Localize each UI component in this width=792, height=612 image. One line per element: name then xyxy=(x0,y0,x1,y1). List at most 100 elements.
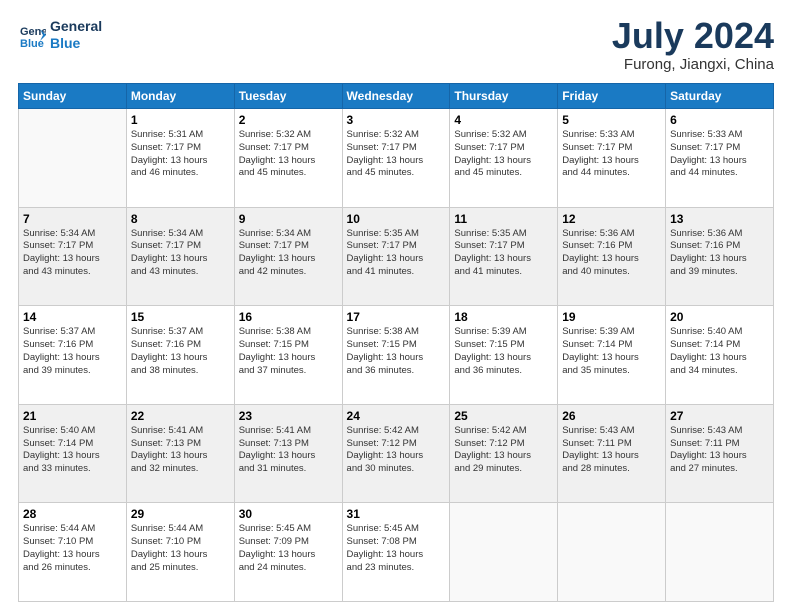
day-number: 13 xyxy=(670,212,769,226)
calendar-week-4: 21 Sunrise: 5:40 AM Sunset: 7:14 PM Dayli… xyxy=(19,404,774,503)
day-number: 19 xyxy=(562,310,661,324)
day-number: 26 xyxy=(562,409,661,423)
day-number: 7 xyxy=(23,212,122,226)
logo-icon: General Blue xyxy=(18,21,46,49)
day-number: 10 xyxy=(347,212,446,226)
day-info: Sunrise: 5:36 AM Sunset: 7:16 PM Dayligh… xyxy=(670,228,769,279)
calendar-cell: 8Sunrise: 5:34 AM Sunset: 7:17 PM Daylig… xyxy=(126,207,234,306)
day-number: 6 xyxy=(670,113,769,127)
weekday-saturday: Saturday xyxy=(666,84,774,109)
calendar-cell: 26 Sunrise: 5:43 AM Sunset: 7:11 PM Dayli… xyxy=(558,404,666,503)
calendar-cell: 2 Sunrise: 5:32 AM Sunset: 7:17 PM Daylig… xyxy=(234,109,342,208)
day-info: Sunrise: 5:44 AM Sunset: 7:10 PM Dayligh… xyxy=(23,523,122,574)
day-info: Sunrise: 5:32 AM Sunset: 7:17 PM Dayligh… xyxy=(239,129,338,180)
day-number: 9 xyxy=(239,212,338,226)
calendar-table: SundayMondayTuesdayWednesdayThursdayFrid… xyxy=(18,83,774,602)
logo-line2: Blue xyxy=(50,35,102,52)
day-info: Sunrise: 5:32 AM Sunset: 7:17 PM Dayligh… xyxy=(454,129,553,180)
day-number: 8 xyxy=(131,212,230,226)
calendar-cell: 9 Sunrise: 5:34 AM Sunset: 7:17 PM Daylig… xyxy=(234,207,342,306)
calendar-cell: 7 Sunrise: 5:34 AM Sunset: 7:17 PM Daylig… xyxy=(19,207,127,306)
day-number: 31 xyxy=(347,507,446,521)
calendar-cell: 3 Sunrise: 5:32 AM Sunset: 7:17 PM Daylig… xyxy=(342,109,450,208)
calendar-cell: 21 Sunrise: 5:40 AM Sunset: 7:14 PM Dayli… xyxy=(19,404,127,503)
day-info: Sunrise: 5:37 AM Sunset: 7:16 PM Dayligh… xyxy=(131,326,230,377)
calendar-location: Furong, Jiangxi, China xyxy=(612,56,774,73)
day-info: Sunrise: 5:41 AM Sunset: 7:13 PM Dayligh… xyxy=(239,425,338,476)
calendar-cell: 28 Sunrise: 5:44 AM Sunset: 7:10 PM Dayli… xyxy=(19,503,127,602)
calendar-cell: 6 Sunrise: 5:33 AM Sunset: 7:17 PM Daylig… xyxy=(666,109,774,208)
day-info: Sunrise: 5:33 AM Sunset: 7:17 PM Dayligh… xyxy=(670,129,769,180)
day-info: Sunrise: 5:41 AM Sunset: 7:13 PM Dayligh… xyxy=(131,425,230,476)
calendar-cell: 15 Sunrise: 5:37 AM Sunset: 7:16 PM Dayli… xyxy=(126,306,234,405)
calendar-cell: 20Sunrise: 5:40 AM Sunset: 7:14 PM Dayli… xyxy=(666,306,774,405)
day-info: Sunrise: 5:44 AM Sunset: 7:10 PM Dayligh… xyxy=(131,523,230,574)
day-info: Sunrise: 5:37 AM Sunset: 7:16 PM Dayligh… xyxy=(23,326,122,377)
calendar-cell: 10 Sunrise: 5:35 AM Sunset: 7:17 PM Dayli… xyxy=(342,207,450,306)
day-number: 30 xyxy=(239,507,338,521)
day-info: Sunrise: 5:40 AM Sunset: 7:14 PM Dayligh… xyxy=(23,425,122,476)
day-info: Sunrise: 5:43 AM Sunset: 7:11 PM Dayligh… xyxy=(562,425,661,476)
day-info: Sunrise: 5:42 AM Sunset: 7:12 PM Dayligh… xyxy=(347,425,446,476)
day-number: 27 xyxy=(670,409,769,423)
calendar-cell xyxy=(666,503,774,602)
calendar-cell: 29 Sunrise: 5:44 AM Sunset: 7:10 PM Dayli… xyxy=(126,503,234,602)
calendar-cell: 13 Sunrise: 5:36 AM Sunset: 7:16 PM Dayli… xyxy=(666,207,774,306)
day-info: Sunrise: 5:34 AM Sunset: 7:17 PM Dayligh… xyxy=(239,228,338,279)
calendar-cell xyxy=(450,503,558,602)
day-info: Sunrise: 5:39 AM Sunset: 7:14 PM Dayligh… xyxy=(562,326,661,377)
day-number: 5 xyxy=(562,113,661,127)
weekday-friday: Friday xyxy=(558,84,666,109)
weekday-wednesday: Wednesday xyxy=(342,84,450,109)
weekday-thursday: Thursday xyxy=(450,84,558,109)
calendar-cell: 17Sunrise: 5:38 AM Sunset: 7:15 PM Dayli… xyxy=(342,306,450,405)
day-number: 3 xyxy=(347,113,446,127)
calendar-cell: 18Sunrise: 5:39 AM Sunset: 7:15 PM Dayli… xyxy=(450,306,558,405)
calendar-cell: 1Sunrise: 5:31 AM Sunset: 7:17 PM Daylig… xyxy=(126,109,234,208)
day-info: Sunrise: 5:45 AM Sunset: 7:09 PM Dayligh… xyxy=(239,523,338,574)
day-info: Sunrise: 5:35 AM Sunset: 7:17 PM Dayligh… xyxy=(454,228,553,279)
weekday-monday: Monday xyxy=(126,84,234,109)
day-info: Sunrise: 5:33 AM Sunset: 7:17 PM Dayligh… xyxy=(562,129,661,180)
calendar-cell: 27Sunrise: 5:43 AM Sunset: 7:11 PM Dayli… xyxy=(666,404,774,503)
calendar-cell xyxy=(558,503,666,602)
calendar-cell: 25Sunrise: 5:42 AM Sunset: 7:12 PM Dayli… xyxy=(450,404,558,503)
day-number: 11 xyxy=(454,212,553,226)
weekday-sunday: Sunday xyxy=(19,84,127,109)
day-number: 22 xyxy=(131,409,230,423)
calendar-cell: 23 Sunrise: 5:41 AM Sunset: 7:13 PM Dayli… xyxy=(234,404,342,503)
day-number: 29 xyxy=(131,507,230,521)
calendar-cell: 31 Sunrise: 5:45 AM Sunset: 7:08 PM Dayli… xyxy=(342,503,450,602)
day-info: Sunrise: 5:34 AM Sunset: 7:17 PM Dayligh… xyxy=(23,228,122,279)
title-block: July 2024 Furong, Jiangxi, China xyxy=(612,18,774,73)
weekday-header-row: SundayMondayTuesdayWednesdayThursdayFrid… xyxy=(19,84,774,109)
day-number: 15 xyxy=(131,310,230,324)
calendar-cell: 11 Sunrise: 5:35 AM Sunset: 7:17 PM Dayli… xyxy=(450,207,558,306)
day-info: Sunrise: 5:42 AM Sunset: 7:12 PM Dayligh… xyxy=(454,425,553,476)
svg-text:Blue: Blue xyxy=(20,38,44,49)
day-number: 28 xyxy=(23,507,122,521)
day-info: Sunrise: 5:32 AM Sunset: 7:17 PM Dayligh… xyxy=(347,129,446,180)
calendar-week-5: 28 Sunrise: 5:44 AM Sunset: 7:10 PM Dayli… xyxy=(19,503,774,602)
day-info: Sunrise: 5:35 AM Sunset: 7:17 PM Dayligh… xyxy=(347,228,446,279)
logo: General Blue General Blue xyxy=(18,18,102,52)
day-number: 20 xyxy=(670,310,769,324)
day-info: Sunrise: 5:39 AM Sunset: 7:15 PM Dayligh… xyxy=(454,326,553,377)
day-info: Sunrise: 5:45 AM Sunset: 7:08 PM Dayligh… xyxy=(347,523,446,574)
calendar-cell: 14 Sunrise: 5:37 AM Sunset: 7:16 PM Dayli… xyxy=(19,306,127,405)
day-number: 2 xyxy=(239,113,338,127)
calendar-cell: 12 Sunrise: 5:36 AM Sunset: 7:16 PM Dayli… xyxy=(558,207,666,306)
calendar-cell: 24Sunrise: 5:42 AM Sunset: 7:12 PM Dayli… xyxy=(342,404,450,503)
day-number: 21 xyxy=(23,409,122,423)
day-info: Sunrise: 5:36 AM Sunset: 7:16 PM Dayligh… xyxy=(562,228,661,279)
logo-line1: General xyxy=(50,18,102,35)
day-number: 17 xyxy=(347,310,446,324)
calendar-title: July 2024 xyxy=(612,18,774,54)
day-info: Sunrise: 5:31 AM Sunset: 7:17 PM Dayligh… xyxy=(131,129,230,180)
day-number: 14 xyxy=(23,310,122,324)
calendar-cell: 4 Sunrise: 5:32 AM Sunset: 7:17 PM Daylig… xyxy=(450,109,558,208)
calendar-cell: 30 Sunrise: 5:45 AM Sunset: 7:09 PM Dayli… xyxy=(234,503,342,602)
day-number: 12 xyxy=(562,212,661,226)
day-number: 4 xyxy=(454,113,553,127)
day-number: 23 xyxy=(239,409,338,423)
